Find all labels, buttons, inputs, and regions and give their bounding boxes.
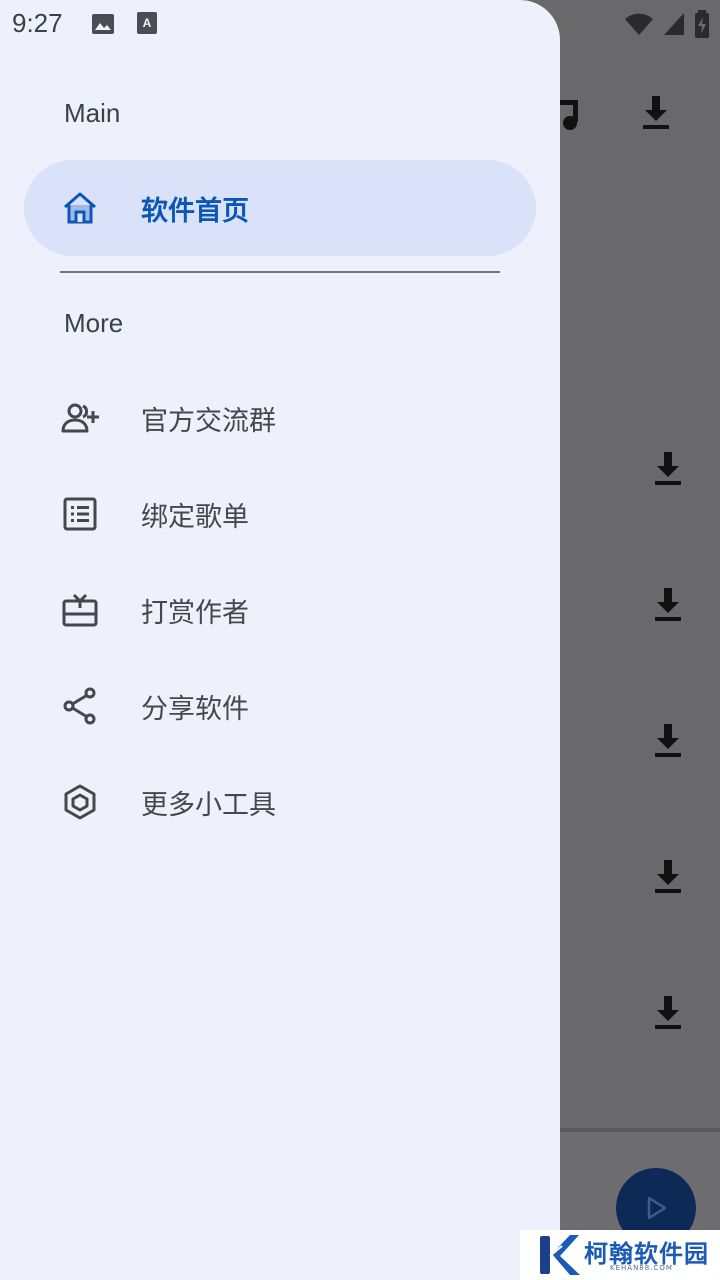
main-section-title: Main (64, 98, 121, 128)
divider (60, 271, 500, 273)
status-icons (624, 10, 710, 38)
drawer-item-reward-author[interactable]: 打赏作者 (24, 562, 536, 658)
drawer-item-official-group[interactable]: 官方交流群 (24, 370, 536, 466)
text-notification-icon: A (137, 12, 157, 34)
watermark-logo: 柯翰软件园 KEHAN88.COM (520, 1230, 720, 1280)
download-icon[interactable] (652, 858, 684, 894)
status-time: 9:27 (12, 8, 63, 38)
drawer-item-more-tools[interactable]: 更多小工具 (24, 754, 536, 850)
drawer-item-share-app[interactable]: 分享软件 (24, 658, 536, 754)
watermark-domain: KEHAN88.COM (610, 1264, 673, 1272)
drawer-item-label: 官方交流群 (141, 405, 276, 437)
cube-icon (64, 784, 96, 820)
download-icon[interactable] (652, 994, 684, 1030)
drawer-item-label: 更多小工具 (141, 789, 276, 821)
list-icon (63, 497, 97, 531)
drawer-item-label: 绑定歌单 (141, 501, 249, 533)
drawer-item-label: 分享软件 (141, 693, 249, 725)
download-icon[interactable] (652, 722, 684, 758)
music-note-icon (560, 100, 578, 130)
image-notification-icon (92, 14, 114, 34)
drawer-item-bind-playlist[interactable]: 绑定歌单 (24, 466, 536, 562)
add-person-icon (61, 403, 99, 433)
drawer-item-home[interactable]: 软件首页 (24, 160, 536, 256)
home-icon (64, 192, 96, 224)
brand-k-icon (540, 1235, 580, 1275)
navigation-drawer: 9:27 A Main 软件首页 More 官方交流群 绑定歌单 打赏作者 分享… (0, 0, 560, 1280)
wifi-icon (625, 13, 653, 35)
battery-icon (695, 10, 709, 38)
drawer-item-label: 打赏作者 (141, 597, 249, 629)
more-section-title: More (64, 308, 124, 338)
download-icon[interactable] (652, 450, 684, 486)
download-icon[interactable] (652, 586, 684, 622)
play-icon (647, 1196, 667, 1220)
signal-icon (664, 13, 684, 35)
svg-text:A: A (143, 16, 152, 30)
gift-card-icon (62, 593, 98, 627)
download-icon[interactable] (640, 94, 672, 130)
share-icon (63, 687, 96, 725)
drawer-item-label: 软件首页 (141, 195, 249, 227)
